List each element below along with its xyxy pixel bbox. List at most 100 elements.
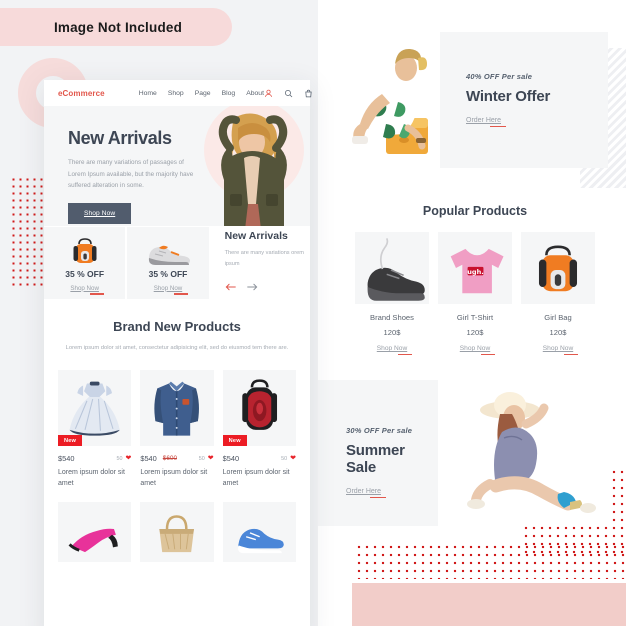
summer-sale-title: Summer Sale [346,442,405,476]
brand-new-products-section: Brand New Products Lorem ipsum dolor sit… [44,299,310,562]
promo-new-arrivals-panel: New Arrivals There are many variations o… [210,227,310,299]
popular-product-image: ugh. [438,232,512,304]
product-card[interactable] [140,501,214,562]
promo-shop-link[interactable]: Shop Now [154,285,188,295]
nav-link-blog[interactable]: Blog [222,90,236,97]
right-page: 40% OFF Per sale Winter Offer Order Here… [318,0,626,626]
navbar: eCommerce Home Shop Page Blog About [44,80,313,106]
product-image: New [222,370,296,447]
popular-product-item[interactable]: Girl Bag 120$ Shop Now [521,232,595,355]
hero-shop-now-button[interactable]: Shop Now [68,202,132,224]
product-price-row: $540 50 ❤ [223,454,296,463]
image-not-included-banner: Image Not Included [0,8,232,46]
popular-product-item[interactable]: ugh. Girl T-Shirt 120$ Shop Now [438,232,512,355]
blue-sneakers-illustration [237,528,284,554]
promo-discount: 35 % OFF [148,268,188,279]
popular-product-shop-link[interactable]: Shop Now [543,345,579,355]
promo-shop-link[interactable]: Shop Now [70,285,104,295]
user-icon[interactable] [264,89,273,98]
heart-icon[interactable]: ❤ [290,455,296,462]
nav-links: Home Shop Page Blog About [139,90,264,97]
product-description: Lorem ipsum dolor sit amet [58,469,125,488]
blue-dress-illustration [69,381,120,436]
arrow-right-icon[interactable] [246,278,258,296]
summer-sale-kicker: 30% OFF Per sale [346,426,413,435]
popular-product-name: Brand Shoes [370,313,414,322]
popular-product-name: Girl Bag [544,313,572,322]
poster-canvas: 40% OFF Per sale Winter Offer Order Here… [0,0,626,626]
popular-product-shop-link[interactable]: Shop Now [377,345,413,355]
orange-backpack-illustration [73,237,97,263]
winter-offer-title: Winter Offer [466,88,551,105]
promo-strip: 35 % OFF Shop Now 35 % OFF Shop Now New … [44,226,310,299]
nav-link-about[interactable]: About [246,90,264,97]
product-like-count: 50 [198,455,205,462]
popular-product-item[interactable]: Brand Shoes 120$ Shop Now [355,232,429,355]
denim-shirt-illustration [154,381,200,436]
woman-floral-dress-illustration [352,48,428,154]
banner-label: Image Not Included [53,19,183,35]
bag-icon[interactable] [304,89,313,98]
nav-link-page[interactable]: Page [195,90,211,97]
front-page-card: eCommerce Home Shop Page Blog About New … [44,80,313,626]
summer-sale-section: 30% OFF Per sale Summer Sale Order Here [318,380,608,526]
product-image [140,501,214,562]
product-price: $540 [140,454,157,464]
product-description: Lorem ipsum dolor sit amet [222,469,290,488]
summer-sale-order-link[interactable]: Order Here [346,488,387,498]
promo-image [141,235,195,265]
logo[interactable]: eCommerce [58,89,105,98]
hero-section: New Arrivals There are many variations o… [44,106,310,226]
winter-offer-order-link[interactable]: Order Here [466,117,507,127]
svg-text:ugh.: ugh. [467,268,484,276]
product-likes[interactable]: 50 ❤ [199,455,214,462]
product-badge-new: New [222,435,247,447]
product-grid-row-2 [44,490,310,562]
promo-panel-title: New Arrivals [224,229,288,242]
nav-icons [264,89,313,98]
brand-new-products-title: Brand New Products [113,319,241,334]
promo-panel-subtitle: There are many variations orem ipsum [224,249,304,267]
promo-cell-shoe[interactable]: 35 % OFF Shop Now [127,227,209,299]
orange-backpack-illustration [538,245,578,292]
brand-new-products-subtitle: Lorem ipsum dolor sit amet, consectetur … [65,345,289,351]
popular-product-image [355,232,429,304]
popular-products-section: Popular Products Brand Shoes 120$ Shop N… [342,190,608,355]
product-like-count: 50 [281,455,288,462]
heart-icon[interactable]: ❤ [208,455,214,462]
popular-product-price: 120$ [549,328,567,337]
winter-offer-kicker: 40% OFF Per sale [466,72,533,81]
popular-products-row: Brand Shoes 120$ Shop Now ugh. Girl T-Sh… [342,218,608,355]
arrow-left-icon[interactable] [225,278,236,296]
woman-sun-hat-illustration [467,392,596,513]
product-card[interactable]: $540 $600 50 ❤ Lorem ipsum dolor sit ame… [140,370,214,490]
black-sneaker-illustration [367,237,425,301]
product-image [140,370,214,447]
search-icon[interactable] [284,89,293,98]
nav-link-home[interactable]: Home [139,90,157,97]
product-card[interactable]: New $540 50 ❤ Lorem ipsum dolor sit amet [58,370,132,490]
summer-sale-text: 30% OFF Per sale Summer Sale Order Here [318,380,438,526]
promo-cell-backpack[interactable]: 35 % OFF Shop Now [44,227,126,299]
popular-product-shop-link[interactable]: Shop Now [460,345,496,355]
promo-panel-arrows [225,278,310,296]
product-card[interactable]: New $540 50 ❤ Lorem ipsum dolor sit amet [222,370,296,490]
product-likes[interactable]: 50 ❤ [116,455,131,462]
pink-heels-illustration [68,528,118,553]
product-price-row: $540 $600 50 ❤ [140,454,213,463]
popular-products-title: Popular Products [422,204,528,218]
product-grid-row-1: New $540 50 ❤ Lorem ipsum dolor sit amet [44,354,310,490]
product-badge-new: New [58,435,83,447]
running-shoe-illustration [148,245,190,265]
heart-icon[interactable]: ❤ [125,455,131,462]
popular-product-price: 120$ [466,328,484,337]
product-card[interactable] [58,501,132,562]
winter-offer-image [342,32,440,168]
red-backpack-illustration [241,379,277,431]
hero-title: New Arrivals [68,128,172,148]
product-card[interactable] [222,501,296,562]
nav-link-shop[interactable]: Shop [168,90,184,97]
product-likes[interactable]: 50 ❤ [281,455,296,462]
winter-offer-section: 40% OFF Per sale Winter Offer Order Here [342,32,608,168]
summer-sale-image [438,380,608,526]
